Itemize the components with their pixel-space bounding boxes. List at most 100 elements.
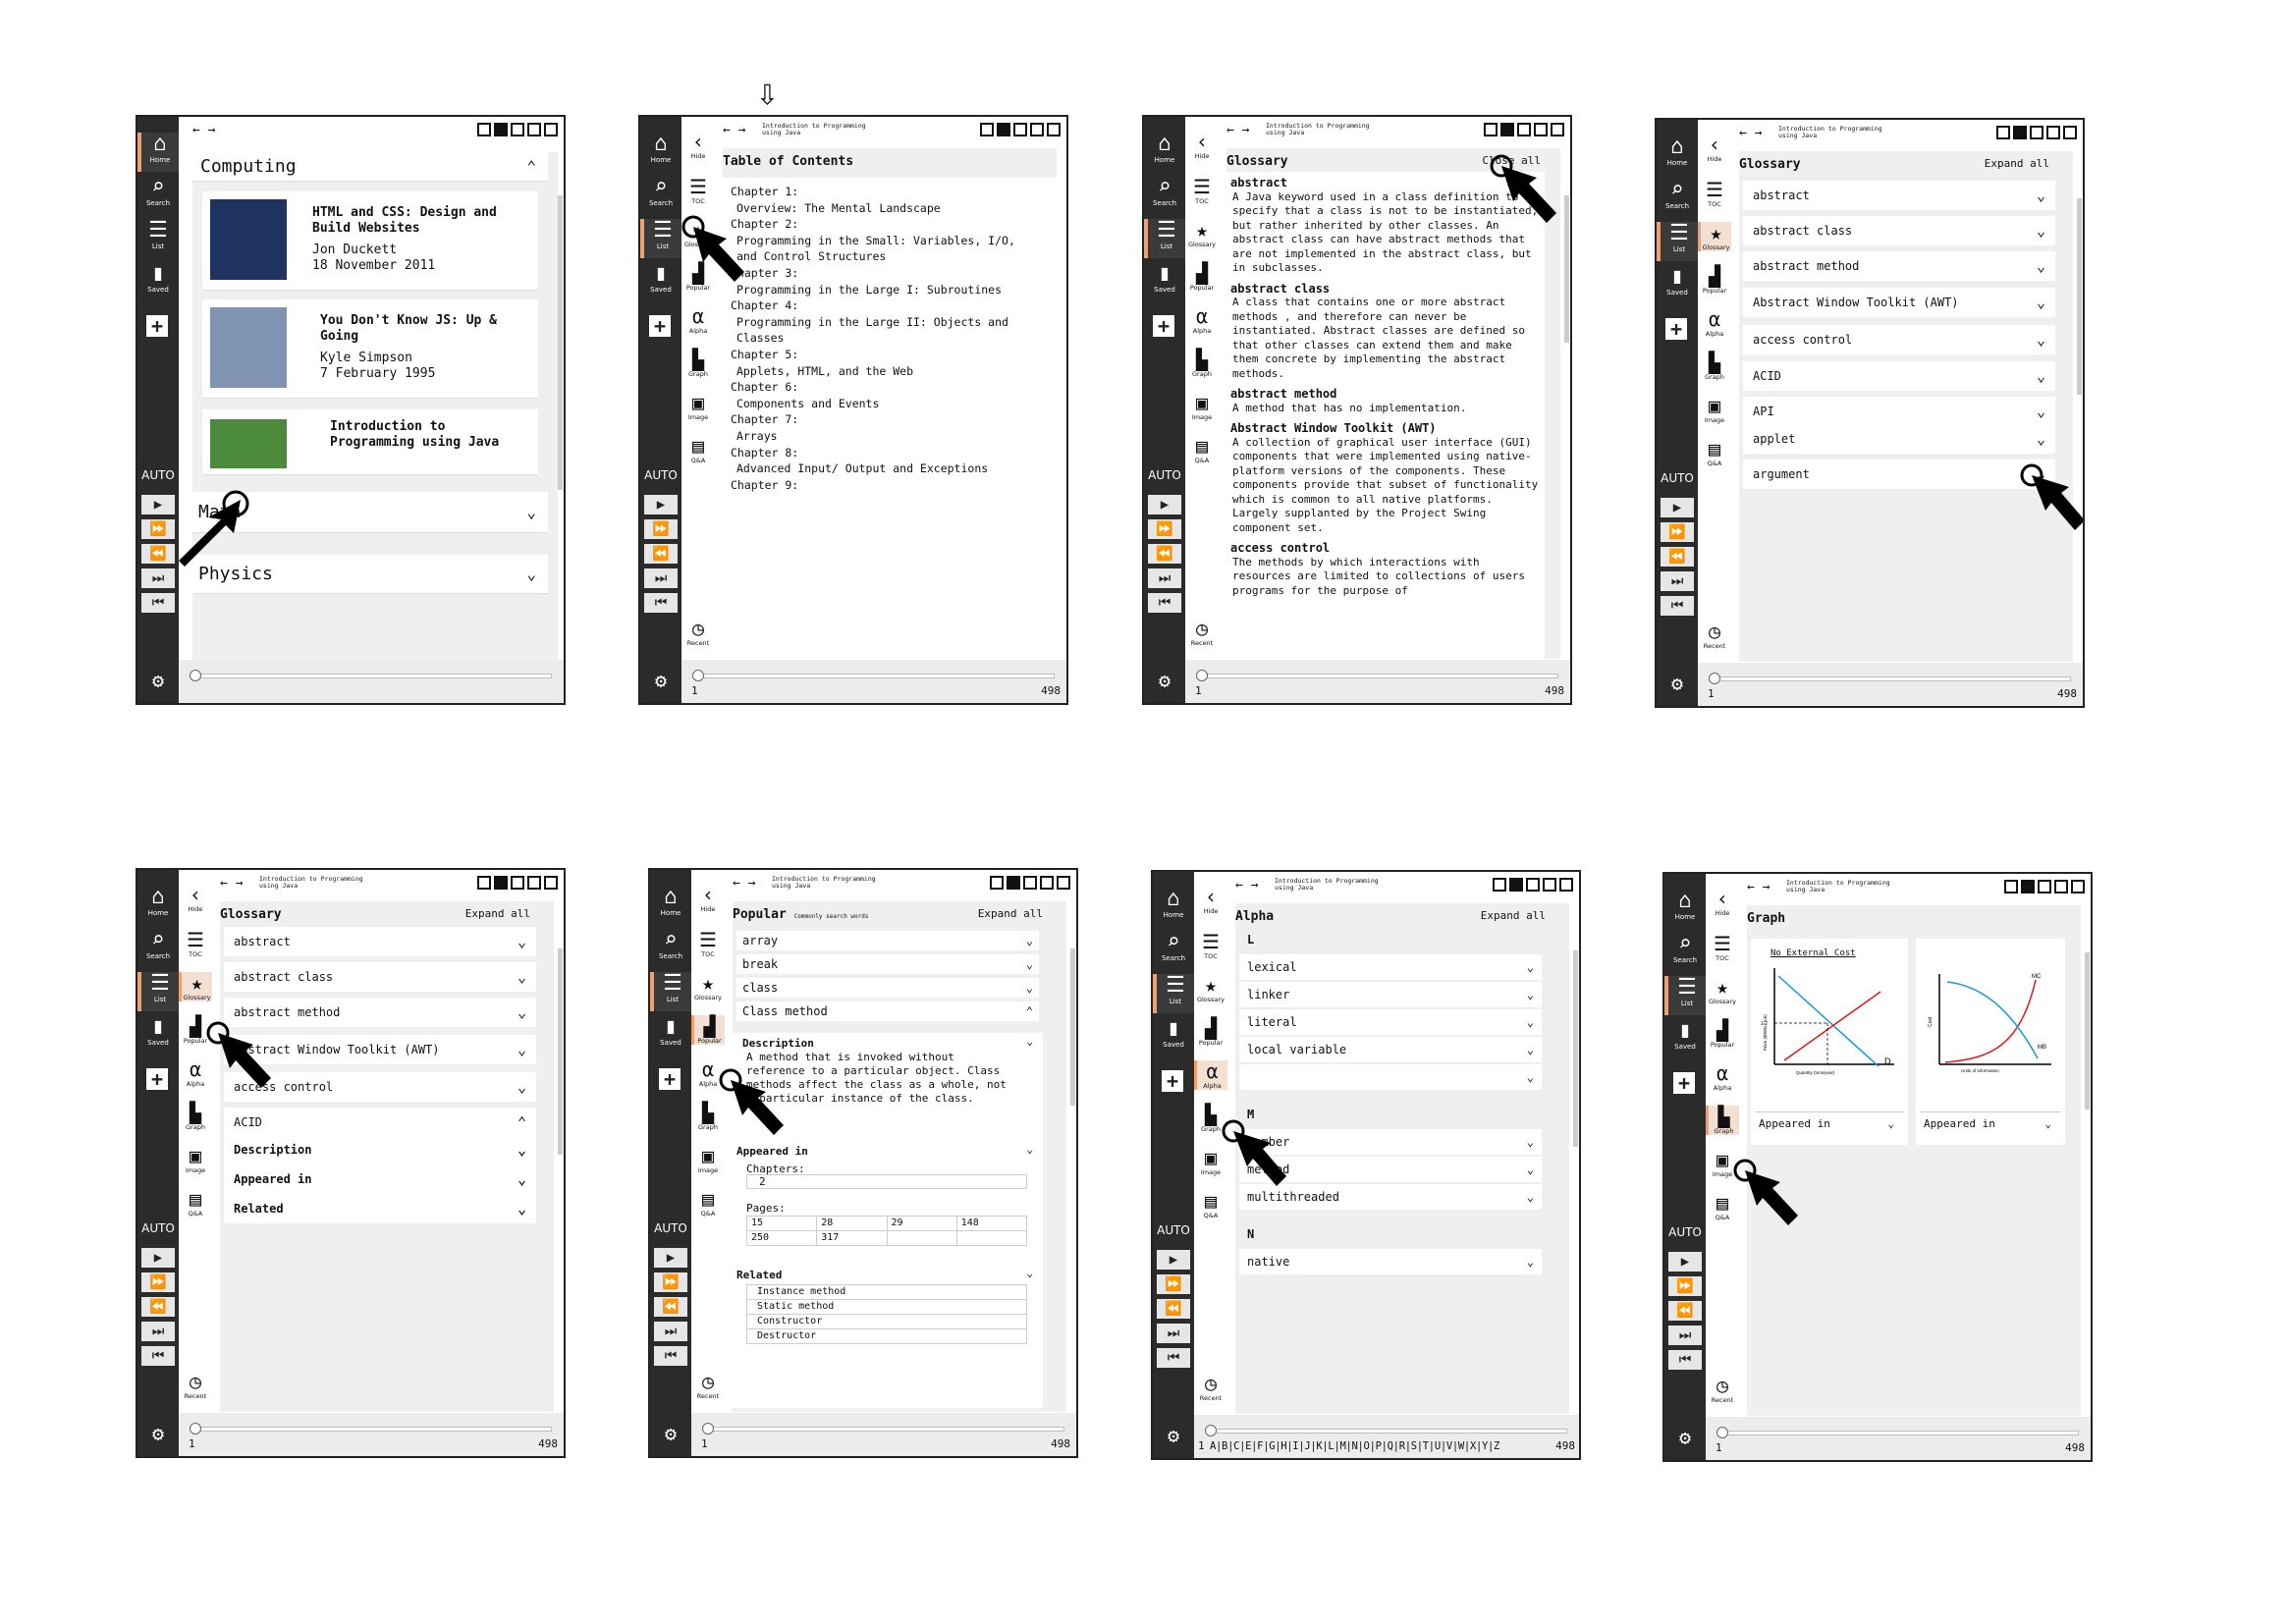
rail-list[interactable]: ☰ List <box>1144 219 1185 258</box>
glossary-row[interactable]: API ⌄ <box>1743 397 2055 426</box>
book-view-icon[interactable] <box>544 876 558 890</box>
settings-gear-icon[interactable]: ⚙ <box>137 1422 179 1445</box>
glossary-row[interactable]: abstract ⌄ <box>224 927 536 956</box>
double-view-icon[interactable] <box>2030 126 2043 139</box>
book-view-icon[interactable] <box>2063 126 2077 139</box>
rail-search[interactable]: ⌕ Search <box>1657 179 1698 211</box>
scrollbar[interactable] <box>558 195 563 490</box>
scrollbar[interactable] <box>558 948 563 1155</box>
first-button[interactable]: ⏮ <box>1661 596 1694 616</box>
book-view-icon[interactable] <box>2071 880 2085 893</box>
slider-knob[interactable] <box>1205 1425 1217 1436</box>
rail-saved[interactable]: ▮ Saved <box>1153 1017 1194 1050</box>
toc-chapter-label[interactable]: Chapter 7: <box>731 411 1049 428</box>
rail-home[interactable]: ⌂ Home <box>137 133 179 172</box>
nav-arrows[interactable]: ← → <box>1226 123 1249 137</box>
page-slider[interactable] <box>190 1423 552 1435</box>
grid-view-icon[interactable] <box>527 123 541 136</box>
toc-chapter-title[interactable]: Advanced Input/ Output and Exceptions <box>731 460 1049 477</box>
view-mode-icons[interactable] <box>2004 878 2085 895</box>
first-button[interactable]: ⏮ <box>141 1346 175 1366</box>
appeared-chevron-icon[interactable]: ⌄ <box>1026 1143 1033 1156</box>
toc-chapter-label[interactable]: Chapter 4: <box>731 298 1049 314</box>
glossary-row[interactable]: Abstract Window Toolkit (AWT) ⌄ <box>1743 288 2055 317</box>
subnav-alpha[interactable]: α Alpha <box>1698 308 1731 338</box>
scrollbar[interactable] <box>2085 952 2090 1110</box>
subnav-image[interactable]: ▣ Image <box>1185 392 1219 421</box>
add-button[interactable]: + <box>1673 1072 1695 1094</box>
popular-row[interactable]: class ⌄ <box>736 978 1039 998</box>
add-button[interactable]: + <box>1162 1070 1183 1092</box>
subnav-popular[interactable]: ▟ Popular <box>1194 1017 1227 1047</box>
page-slider[interactable] <box>702 1423 1064 1435</box>
settings-gear-icon[interactable]: ⚙ <box>1144 669 1185 692</box>
subnav-popular[interactable]: ▟ Popular <box>1698 265 1731 295</box>
subnav-qa[interactable]: ▤ Q&A <box>1698 438 1731 467</box>
rail-search[interactable]: ⌕ Search <box>1144 176 1185 208</box>
subnav-graph[interactable]: ▙ Graph <box>1706 1106 1739 1135</box>
play-button[interactable]: ▶ <box>1668 1252 1702 1272</box>
section-computing[interactable]: Computing ⌃ <box>192 152 548 182</box>
rewind-button[interactable]: ⏪ <box>1661 547 1694 567</box>
subnav-toc[interactable]: ☰ TOC <box>179 929 212 958</box>
toc-chapter-title[interactable]: Components and Events <box>731 396 1049 412</box>
slider-knob[interactable] <box>1716 1427 1728 1438</box>
grid-view-icon[interactable] <box>2054 880 2068 893</box>
popular-row[interactable]: array ⌄ <box>736 931 1039 950</box>
bookmark-view-icon[interactable] <box>1484 123 1498 136</box>
play-button[interactable]: ▶ <box>1148 495 1181 514</box>
toc-chapter-title[interactable]: Overview: The Mental Landscape <box>731 200 1049 217</box>
page-cell[interactable]: 250 <box>747 1231 816 1245</box>
nav-arrows[interactable]: ← → <box>1739 126 1762 140</box>
toc-chapter-title[interactable]: Programming in the Small: Variables, I/O… <box>731 233 1049 249</box>
subnav-recent[interactable]: ◷ Recent <box>1185 618 1219 647</box>
view-mode-icons[interactable] <box>477 121 558 138</box>
glossary-row[interactable]: argument ⌄ <box>1743 460 2055 489</box>
subnav-hide[interactable]: ‹ Hide <box>179 884 212 913</box>
play-button[interactable]: ▶ <box>644 495 678 514</box>
subnav-recent[interactable]: ◷ Recent <box>1706 1375 1739 1404</box>
subnav-image[interactable]: ▣ Image <box>681 392 715 421</box>
bookmark-view-icon[interactable] <box>477 123 491 136</box>
fast-forward-button[interactable]: ⏩ <box>1148 519 1181 539</box>
rail-saved[interactable]: ▮ Saved <box>640 262 681 295</box>
view-mode-icons[interactable] <box>980 121 1061 138</box>
subnav-popular[interactable]: ▟ Popular <box>1706 1019 1739 1049</box>
subnav-alpha[interactable]: α Alpha <box>1194 1060 1227 1090</box>
glossary-row[interactable]: abstract method ⌄ <box>1743 251 2055 281</box>
subnav-alpha[interactable]: α Alpha <box>1706 1062 1739 1092</box>
subnav-glossary[interactable]: ★Glossary <box>1706 976 1739 1005</box>
first-button[interactable]: ⏮ <box>141 593 175 613</box>
expand-all-link[interactable]: Expand all <box>978 907 1043 920</box>
rewind-button[interactable]: ⏪ <box>141 1297 175 1317</box>
related-item[interactable]: Static method <box>746 1300 1027 1315</box>
subnav-toc[interactable]: ☰ TOC <box>1185 176 1219 205</box>
subnav-hide[interactable]: ‹ Hide <box>681 131 715 160</box>
fast-forward-button[interactable]: ⏩ <box>1668 1276 1702 1296</box>
subnav-recent[interactable]: ◷ Recent <box>179 1371 212 1400</box>
add-button[interactable]: + <box>146 1068 168 1090</box>
fast-forward-button[interactable]: ⏩ <box>654 1272 687 1292</box>
subnav-recent[interactable]: ◷ Recent <box>1194 1373 1227 1402</box>
book-view-icon[interactable] <box>1551 123 1564 136</box>
bookmark-view-icon[interactable] <box>980 123 994 136</box>
subnav-hide[interactable]: ‹ Hide <box>691 884 725 913</box>
double-view-icon[interactable] <box>2038 880 2051 893</box>
settings-gear-icon[interactable]: ⚙ <box>137 669 179 692</box>
subnav-glossary[interactable]: ★Glossary <box>179 972 212 1001</box>
subnav-glossary[interactable]: ★Glossary <box>1194 974 1227 1003</box>
rail-home[interactable]: ⌂ Home <box>137 886 179 918</box>
subnav-toc[interactable]: ☰ TOC <box>681 176 715 205</box>
double-view-icon[interactable] <box>1013 123 1027 136</box>
subnav-toc[interactable]: ☰ TOC <box>1194 931 1227 960</box>
view-mode-icons[interactable] <box>1484 121 1564 138</box>
subnav-hide[interactable]: ‹ Hide <box>1194 886 1227 915</box>
nav-arrows[interactable]: ← → <box>220 876 243 891</box>
toc-chapter-title[interactable]: and Control Structures <box>731 248 1049 265</box>
view-mode-icons[interactable] <box>1493 876 1573 893</box>
bookmark-view-icon[interactable] <box>2004 880 2018 893</box>
page-cell[interactable]: 15 <box>747 1217 816 1230</box>
rewind-button[interactable]: ⏪ <box>1157 1299 1190 1319</box>
slider-knob[interactable] <box>1196 670 1208 681</box>
play-button[interactable]: ▶ <box>1157 1250 1190 1270</box>
